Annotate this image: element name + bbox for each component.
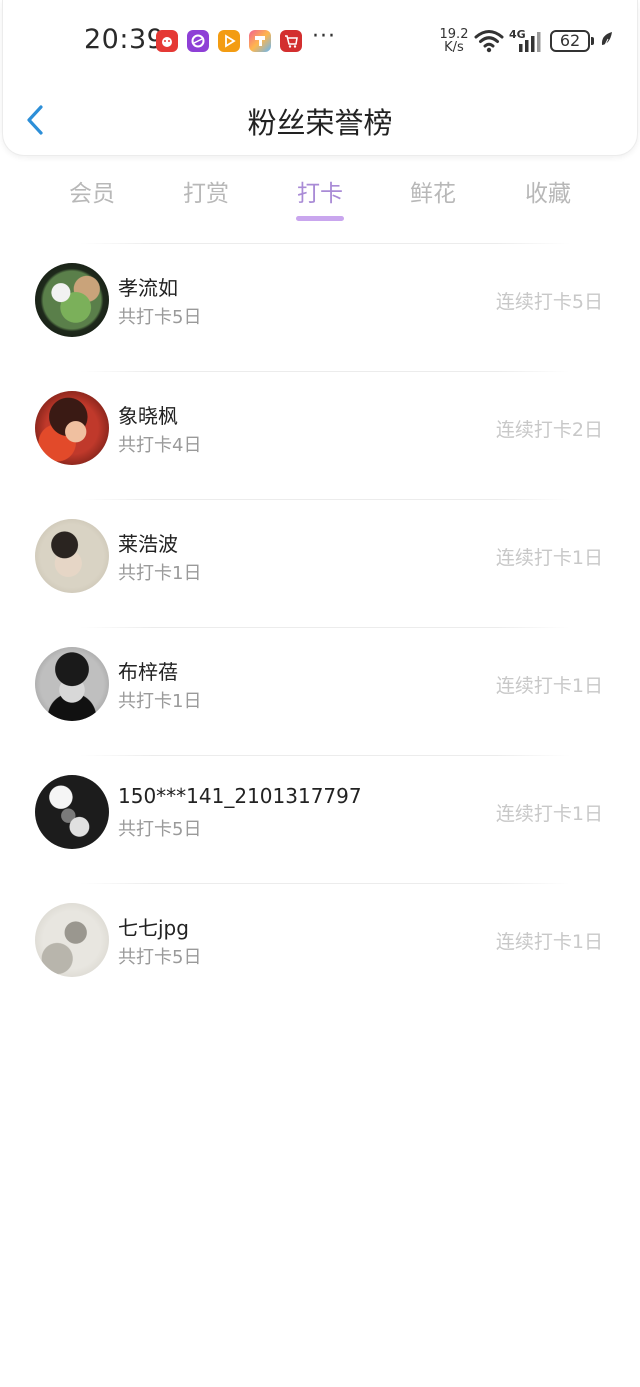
avatar[interactable] xyxy=(35,519,109,593)
fan-name: 布梓蓓 xyxy=(118,660,178,684)
colorful-app-icon xyxy=(249,30,271,52)
fan-name: 莱浩波 xyxy=(118,532,178,556)
list-item[interactable]: 象晓枫 共打卡4日 连续打卡2日 xyxy=(0,371,640,499)
list-item[interactable]: 孝流如 共打卡5日 连续打卡5日 xyxy=(0,243,640,371)
battery-indicator: 62 xyxy=(550,30,590,52)
red-cart-app-icon xyxy=(280,30,302,52)
tab-favorites[interactable]: 收藏 xyxy=(503,174,593,208)
fan-name: 150***141_2101317797 xyxy=(118,784,362,808)
list-item[interactable]: 莱浩波 共打卡1日 连续打卡1日 xyxy=(0,499,640,627)
more-notifications-icon: ··· xyxy=(312,24,336,49)
fan-total-checkins: 共打卡1日 xyxy=(118,691,202,712)
avatar[interactable] xyxy=(35,263,109,337)
battery-tip xyxy=(591,37,594,45)
fan-total-checkins: 共打卡1日 xyxy=(118,563,202,584)
purple-app-icon xyxy=(187,30,209,52)
page-title: 粉丝荣誉榜 xyxy=(247,106,393,140)
red-mascot-app-icon xyxy=(156,30,178,52)
clock: 20:39 xyxy=(84,24,165,55)
network-speed-unit: K/s xyxy=(444,40,464,55)
active-tab-indicator xyxy=(296,216,344,221)
power-saving-leaf-icon xyxy=(601,32,612,50)
fan-total-checkins: 共打卡4日 xyxy=(118,435,202,456)
fan-total-checkins: 共打卡5日 xyxy=(118,307,202,328)
fan-total-checkins: 共打卡5日 xyxy=(118,819,202,840)
fan-name: 七七jpg xyxy=(118,916,189,940)
fan-name: 孝流如 xyxy=(118,276,178,300)
fan-streak: 连续打卡1日 xyxy=(495,931,603,953)
tab-members[interactable]: 会员 xyxy=(47,174,137,208)
orange-play-app-icon xyxy=(218,30,240,52)
avatar[interactable] xyxy=(35,391,109,465)
avatar[interactable] xyxy=(35,647,109,721)
fan-streak: 连续打卡5日 xyxy=(495,291,603,313)
fan-streak: 连续打卡2日 xyxy=(495,419,603,441)
cellular-signal-icon xyxy=(519,32,541,52)
fan-streak: 连续打卡1日 xyxy=(495,547,603,569)
avatar[interactable] xyxy=(35,903,109,977)
list-item[interactable]: 布梓蓓 共打卡1日 连续打卡1日 xyxy=(0,627,640,755)
status-bar: 20:39 ··· 19.2 K/s 4G 62 xyxy=(0,0,640,84)
fan-total-checkins: 共打卡5日 xyxy=(118,947,202,968)
tab-bar: 会员 打赏 打卡 鲜花 收藏 xyxy=(0,172,640,228)
tab-flowers[interactable]: 鲜花 xyxy=(388,174,478,208)
fan-streak: 连续打卡1日 xyxy=(495,675,603,697)
avatar[interactable] xyxy=(35,775,109,849)
fan-streak: 连续打卡1日 xyxy=(495,803,603,825)
wifi-icon xyxy=(474,30,504,53)
list-item[interactable]: 150***141_2101317797 共打卡5日 连续打卡1日 xyxy=(0,755,640,883)
network-speed: 19.2 K/s xyxy=(438,28,470,54)
tab-checkin[interactable]: 打卡 xyxy=(275,174,365,208)
list-item[interactable]: 七七jpg 共打卡5日 连续打卡1日 xyxy=(0,883,640,1011)
notification-icons xyxy=(156,30,302,52)
tab-rewards[interactable]: 打赏 xyxy=(161,174,251,208)
fan-name: 象晓枫 xyxy=(118,404,178,428)
